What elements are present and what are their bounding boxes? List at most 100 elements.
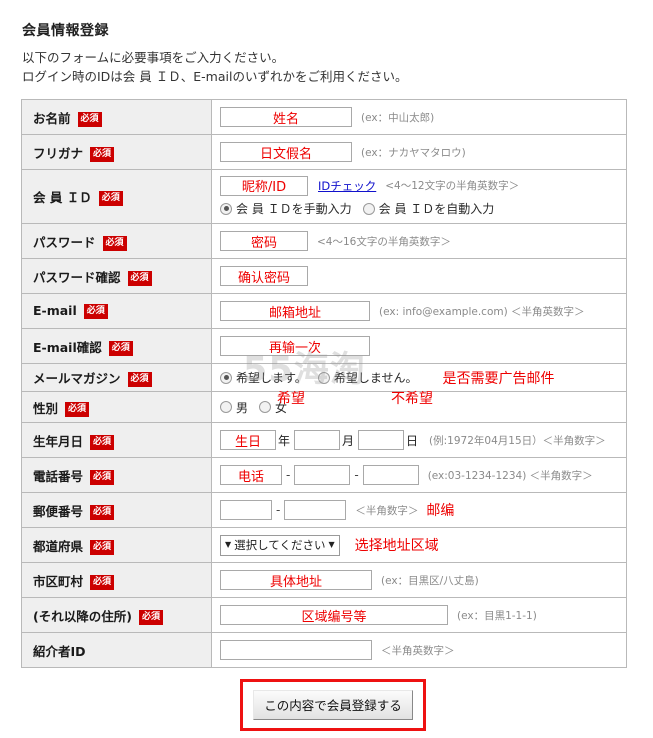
label-cell-prefecture: 都道府県 必須 xyxy=(21,527,212,563)
birthday-hint: (例:1972年04月15日）＜半角数字＞ xyxy=(429,434,606,447)
required-badge: 必須 xyxy=(127,270,152,286)
label-city: 市区町村 xyxy=(33,573,84,589)
label-birthday: 生年月日 xyxy=(33,433,84,449)
radio-member-id-manual[interactable] xyxy=(220,202,232,215)
email-confirm-input[interactable] xyxy=(220,336,370,356)
radio-gender-female[interactable] xyxy=(259,401,272,413)
name-input[interactable] xyxy=(220,107,352,127)
value-cell-birthday: 年 月 日 (例:1972年04月15日）＜半角数字＞ xyxy=(211,422,627,458)
furigana-input[interactable] xyxy=(220,142,352,162)
phone-part2-input[interactable] xyxy=(294,465,351,485)
phone-part3-input[interactable] xyxy=(362,465,419,485)
table-row-email-confirm: E-mail確認 必須 xyxy=(21,328,627,364)
annotation-mail-magazine: 是否需要广告邮件 xyxy=(442,370,555,387)
table-row-city: 市区町村必須 (ex：目黒区/八丈島) xyxy=(21,562,627,598)
label-phone: 電話番号 xyxy=(33,468,84,484)
label-cell-referrer-id: 紹介者ID xyxy=(21,632,212,668)
label-password-confirm: パスワード確認 xyxy=(33,269,121,285)
phone-hint: (ex:03-1234-1234) ＜半角数字＞ xyxy=(427,469,593,482)
birthday-month-unit: 月 xyxy=(342,433,355,448)
table-row-prefecture: 都道府県 必須 ▼ 選択してください ▼ 选择地址区域 xyxy=(21,527,627,563)
phone-part1-input[interactable] xyxy=(220,465,282,485)
intro-text: 以下のフォームに必要事項をご入力ください。 ログイン時のIDは会 員 ＩＤ、E-… xyxy=(22,48,407,86)
annotation-prefecture: 选择地址区域 xyxy=(354,538,439,554)
radio-label-member-id-manual: 会 員 ＩＤを手動入力 xyxy=(236,202,352,216)
table-row-mail-magazine: メールマガジン 必須 希望します。 希望しません。 是否需要广告邮件 xyxy=(21,363,627,392)
table-row-password-confirm: パスワード確認 必須 xyxy=(21,258,627,294)
referrer-id-hint: ＜半角英数字＞ xyxy=(381,644,455,657)
phone-separator-1: - xyxy=(286,468,291,482)
email-input[interactable] xyxy=(220,301,370,321)
birthday-day-unit: 日 xyxy=(406,433,419,448)
table-row-referrer-id: 紹介者ID ＜半角英数字＞ xyxy=(21,632,627,668)
birthday-day-input[interactable] xyxy=(358,430,405,450)
password-confirm-input[interactable] xyxy=(220,266,308,286)
submit-registration-button[interactable]: この内容で会員登録する xyxy=(253,690,413,720)
city-hint: (ex：目黒区/八丈島) xyxy=(381,574,479,587)
password-input[interactable] xyxy=(220,231,308,251)
table-row-phone: 電話番号必須 - - (ex:03-1234-1234) ＜半角数字＞ xyxy=(21,457,627,493)
prefecture-select[interactable]: ▼ 選択してください ▼ xyxy=(220,534,340,556)
label-cell-email: E-mail 必須 xyxy=(21,293,212,329)
label-cell-email-confirm: E-mail確認 必須 xyxy=(21,328,212,364)
table-row-member-id: 会 員 ＩＤ 必須 IDチェック <4～12文字の半角英数字＞ 会 員 ＩＤを手動… xyxy=(21,169,627,224)
radio-label-mail-magazine-no: 希望しません。 xyxy=(333,371,418,385)
table-row-postal: 郵便番号 必須 - ＜半角数字＞ 邮编 xyxy=(21,492,627,528)
radio-label-gender-female: 女 xyxy=(275,400,288,415)
value-cell-password: <4～16文字の半角英数字＞ xyxy=(211,223,627,259)
annotation-postal: 邮编 xyxy=(426,503,455,519)
required-badge: 必須 xyxy=(90,146,115,162)
table-row-address-rest: (それ以降の住所) 必須 (ex：目黒1-1-1) xyxy=(21,597,627,633)
required-badge: 必須 xyxy=(90,539,115,555)
referrer-id-input[interactable] xyxy=(220,640,372,660)
label-cell-address-rest: (それ以降の住所) 必須 xyxy=(21,597,212,633)
submit-highlight-box: この内容で会員登録する xyxy=(240,679,426,731)
radio-member-id-auto[interactable] xyxy=(362,202,375,215)
radio-label-mail-magazine-yes: 希望します。 xyxy=(236,371,307,385)
postal-part2-input[interactable] xyxy=(284,500,347,520)
label-prefecture: 都道府県 xyxy=(33,538,84,554)
label-furigana: フリガナ xyxy=(33,145,84,161)
city-input[interactable] xyxy=(220,570,372,590)
required-badge: 必須 xyxy=(108,340,133,356)
required-badge: 必須 xyxy=(90,504,115,520)
radio-mail-magazine-yes[interactable] xyxy=(220,371,232,384)
postal-separator: - xyxy=(276,503,281,517)
label-postal: 郵便番号 xyxy=(33,503,84,519)
required-badge: 必須 xyxy=(77,111,102,127)
table-row-gender: 性別 必須 男 女 xyxy=(21,391,627,423)
label-cell-password-confirm: パスワード確認 必須 xyxy=(21,258,212,294)
required-badge: 必須 xyxy=(102,235,127,251)
label-gender: 性別 xyxy=(33,400,59,416)
required-badge: 必須 xyxy=(83,304,108,319)
table-row-furigana: フリガナ必須 (ex：ナカヤマタロウ) xyxy=(21,134,627,170)
member-id-input[interactable] xyxy=(220,175,308,196)
furigana-hint: (ex：ナカヤマタロウ) xyxy=(361,146,466,159)
value-cell-referrer-id: ＜半角英数字＞ xyxy=(211,632,627,668)
birthday-month-input[interactable] xyxy=(294,430,341,450)
id-check-link[interactable]: IDチェック xyxy=(318,178,376,194)
table-row-birthday: 生年月日必須 年 月 日 (例:1972年04月15日）＜半角数字＞ xyxy=(21,422,627,458)
birthday-year-input[interactable] xyxy=(220,430,276,450)
postal-part1-input[interactable] xyxy=(220,500,272,520)
table-row-password: パスワード必須 <4～16文字の半角英数字＞ xyxy=(21,223,627,259)
name-hint: (ex：中山太郎) xyxy=(361,111,435,124)
required-badge: 必須 xyxy=(127,372,152,387)
required-badge: 必須 xyxy=(65,401,90,417)
label-referrer-id: 紹介者ID xyxy=(33,643,86,659)
chevron-down-icon: ▼ xyxy=(328,540,335,549)
label-cell-gender: 性別 必須 xyxy=(21,391,212,423)
intro-line-1: 以下のフォームに必要事項をご入力ください。 xyxy=(22,50,285,65)
radio-gender-male[interactable] xyxy=(220,401,232,413)
label-cell-member-id: 会 員 ＩＤ 必須 xyxy=(21,169,212,224)
label-cell-password: パスワード 必須 xyxy=(21,223,212,259)
label-cell-phone: 電話番号 必須 xyxy=(21,457,212,493)
label-cell-birthday: 生年月日 必須 xyxy=(21,422,212,458)
value-cell-password-confirm xyxy=(211,258,627,294)
address-rest-input[interactable] xyxy=(220,605,448,625)
radio-mail-magazine-no[interactable] xyxy=(317,371,330,384)
value-cell-email: (ex: info@example.com) ＜半角英数字＞ xyxy=(211,293,627,329)
member-id-hint: <4～12文字の半角英数字＞ xyxy=(385,180,520,192)
label-cell-city: 市区町村 必須 xyxy=(21,562,212,598)
radio-label-gender-male: 男 xyxy=(236,400,249,415)
